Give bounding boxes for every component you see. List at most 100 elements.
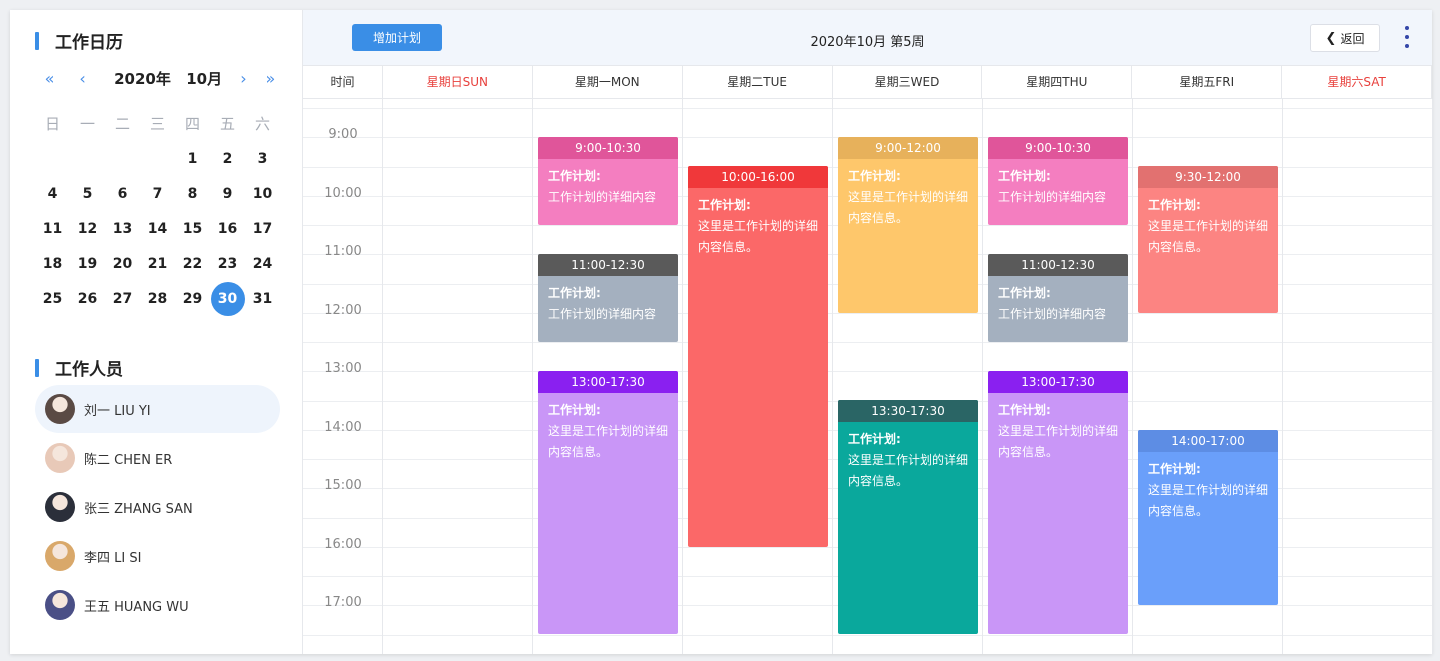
back-button[interactable]: ❮ 返回	[1310, 24, 1380, 52]
avatar	[45, 492, 75, 522]
event-title: 工作计划:	[548, 403, 601, 417]
calendar-day[interactable]: 11	[35, 221, 70, 237]
calendar-day[interactable]: 28	[140, 291, 175, 307]
calendar-day[interactable]: 9	[210, 186, 245, 202]
calendar-day[interactable]: 21	[140, 256, 175, 272]
event-description: 这里是工作计划的详细内容信息。	[848, 453, 969, 489]
calendar-day[interactable]: 30	[210, 281, 245, 316]
sidebar: 工作日历 « ‹ 2020年 10月 › » 日一二三四五六1234567891…	[10, 10, 303, 654]
weekday-label: 二	[114, 115, 130, 133]
event-description: 工作计划的详细内容	[548, 190, 657, 204]
time-label: 14:00	[324, 419, 362, 435]
calendar-day[interactable]: 16	[210, 221, 245, 237]
more-vertical-icon[interactable]	[1405, 26, 1411, 48]
event-card[interactable]: 11:00-12:30 工作计划: 工作计划的详细内容	[988, 254, 1128, 342]
event-title: 工作计划:	[998, 286, 1051, 300]
event-body: 工作计划: 这里是工作计划的详细内容信息。	[688, 188, 828, 265]
calendar-title: 工作日历	[55, 33, 123, 53]
calendar-day[interactable]: 8	[175, 186, 210, 202]
event-time: 13:00-17:30	[988, 371, 1128, 393]
avatar	[45, 541, 75, 571]
event-body: 工作计划: 这里是工作计划的详细内容信息。	[1138, 188, 1278, 265]
event-card[interactable]: 9:00-10:30 工作计划: 工作计划的详细内容	[538, 137, 678, 225]
event-time: 11:00-12:30	[538, 254, 678, 276]
calendar-day[interactable]: 25	[35, 291, 70, 307]
calendar-day[interactable]: 14	[140, 221, 175, 237]
calendar-week-row: 18 19 20 21 22 23 24	[35, 246, 280, 281]
staff-name: 李四 LI SI	[84, 550, 142, 566]
calendar-day[interactable]: 17	[245, 221, 280, 237]
event-title: 工作计划:	[848, 432, 901, 447]
calendar-day[interactable]: 26	[70, 291, 105, 307]
event-card[interactable]: 9:00-12:00 工作计划: 这里是工作计划的详细内容信息。	[838, 137, 978, 313]
event-card[interactable]: 13:30-17:30 工作计划: 这里是工作计划的详细内容信息。	[838, 400, 978, 635]
calendar-day[interactable]: 1	[175, 151, 210, 167]
event-card[interactable]: 9:30-12:00 工作计划: 这里是工作计划的详细内容信息。	[1138, 166, 1278, 313]
calendar-day[interactable]: 27	[105, 291, 140, 307]
calendar-day[interactable]: 31	[245, 291, 280, 307]
event-card[interactable]: 11:00-12:30 工作计划: 工作计划的详细内容	[538, 254, 678, 342]
calendar-day[interactable]: 15	[175, 221, 210, 237]
event-card[interactable]: 10:00-16:00 工作计划: 这里是工作计划的详细内容信息。	[688, 166, 828, 547]
calendar-day[interactable]: 24	[245, 256, 280, 272]
day-column-header: 星期一MON	[533, 66, 683, 99]
event-card[interactable]: 13:00-17:30 工作计划: 这里是工作计划的详细内容信息。	[538, 371, 678, 635]
time-label: 17:00	[324, 595, 362, 610]
staff-item[interactable]: 刘一 LIU YI	[35, 385, 280, 433]
calendar-day[interactable]: 6	[105, 186, 140, 202]
event-time: 9:00-12:00	[838, 137, 978, 159]
event-time: 11:00-12:30	[988, 254, 1128, 276]
calendar-section-title: 工作日历	[35, 28, 123, 53]
next-year-icon[interactable]: »	[261, 69, 280, 88]
event-description: 这里是工作计划的详细内容信息。	[698, 219, 819, 255]
staff-item[interactable]: 陈二 CHEN ER	[35, 434, 280, 482]
calendar-day[interactable]: 18	[35, 256, 70, 272]
calendar-day[interactable]: 5	[70, 186, 105, 202]
event-body: 工作计划: 工作计划的详细内容	[988, 159, 1128, 215]
event-card[interactable]: 13:00-17:30 工作计划: 这里是工作计划的详细内容信息。	[988, 371, 1128, 635]
grid-line	[303, 108, 1432, 109]
back-label: 返回	[1340, 31, 1365, 46]
event-card[interactable]: 9:00-10:30 工作计划: 工作计划的详细内容	[988, 137, 1128, 225]
staff-title: 工作人员	[55, 360, 123, 380]
event-card[interactable]: 14:00-17:00 工作计划: 这里是工作计划的详细内容信息。	[1138, 429, 1278, 605]
event-body: 工作计划: 这里是工作计划的详细内容信息。	[988, 393, 1128, 470]
event-time: 13:00-17:30	[538, 371, 678, 393]
next-month-icon[interactable]: ›	[234, 69, 253, 88]
calendar-day[interactable]: 23	[210, 256, 245, 272]
staff-item[interactable]: 王五 HUANG WU	[35, 581, 280, 629]
prev-month-icon[interactable]: ‹	[73, 69, 92, 88]
staff-item[interactable]: 张三 ZHANG SAN	[35, 483, 280, 531]
calendar-day[interactable]: 2	[210, 151, 245, 167]
calendar-day[interactable]: 29	[175, 291, 210, 307]
calendar-week-row: 4 5 6 7 8 9 10	[35, 176, 280, 211]
column-divider	[1132, 99, 1133, 654]
calendar-day[interactable]: 10	[245, 186, 280, 202]
weekday-row: 日一二三四五六	[35, 106, 280, 141]
calendar-day[interactable]: 13	[105, 221, 140, 237]
staff-item[interactable]: 李四 LI SI	[35, 532, 280, 580]
calendar-day[interactable]: 7	[140, 186, 175, 202]
calendar-day[interactable]: 4	[35, 186, 70, 202]
calendar-day[interactable]: 3	[245, 151, 280, 167]
selected-day[interactable]: 30	[210, 281, 245, 316]
calendar-day[interactable]: 12	[70, 221, 105, 237]
avatar	[45, 443, 75, 473]
title-accent-bar	[35, 358, 39, 377]
week-view: 增加计划 2020年10月 第5周 ❮ 返回 时间 星期日SUN 星期一MON 星期…	[303, 10, 1433, 654]
event-time: 9:00-10:30	[538, 137, 678, 159]
event-title: 工作计划:	[698, 198, 751, 213]
event-time: 9:30-12:00	[1138, 166, 1278, 189]
event-body: 工作计划: 工作计划的详细内容	[988, 276, 1128, 332]
calendar-day[interactable]: 20	[105, 256, 140, 272]
prev-year-icon[interactable]: «	[40, 69, 59, 88]
calendar-week-row: 25 26 27 28 29 30 31	[35, 281, 280, 316]
calendar-day[interactable]: 19	[70, 256, 105, 272]
event-description: 工作计划的详细内容	[998, 307, 1107, 321]
title-accent-bar	[35, 31, 39, 50]
column-divider	[982, 99, 983, 654]
calendar-day[interactable]: 22	[175, 256, 210, 272]
calendar-month: 10月	[186, 69, 223, 88]
grid-body: 9:00 10:00 11:00 12:00 13:00 14:00 15:00 16:00 1…	[303, 99, 1433, 654]
event-description: 工作计划的详细内容	[998, 190, 1107, 204]
